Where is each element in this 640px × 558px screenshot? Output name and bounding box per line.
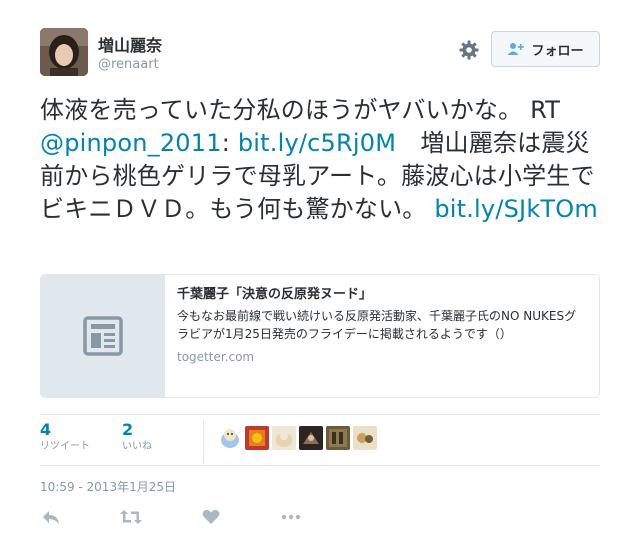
tweet-actions <box>40 506 340 528</box>
follow-button-label: フォロー <box>531 43 584 59</box>
divider <box>40 465 600 466</box>
engager-avatars <box>218 426 377 450</box>
retweet-label: リツイート <box>40 441 90 452</box>
tweet-timestamp[interactable]: 10:59 - 2013年1月25日 <box>40 478 176 495</box>
card-description: 今もなお最前線で戦い続けいる反原発活動家、千葉麗子氏のNO NUKESグラビアが… <box>177 309 577 341</box>
heart-icon[interactable] <box>200 506 222 528</box>
user-names: 増山麗奈 @renaart <box>98 36 162 74</box>
mention-link[interactable]: @pinpon_2011 <box>40 129 222 157</box>
stats-separator <box>203 420 204 464</box>
reply-icon[interactable] <box>40 506 62 528</box>
link-card[interactable]: 千葉麗子「決意の反原発ヌード」 今もなお最前線で戦い続けいる反原発活動家、千葉麗… <box>40 274 600 398</box>
divider <box>40 414 600 415</box>
tweet-text-part: 体液を売っていた分私のほうがヤバいかな。 RT <box>40 96 561 124</box>
card-title[interactable]: 千葉麗子「決意の反原発ヌード」 <box>177 285 587 305</box>
like-count: 2 <box>122 420 134 439</box>
engager-avatar[interactable] <box>326 426 350 450</box>
tweet-stats: 4 リツイート 2 いいね <box>40 420 600 464</box>
like-label: いいね <box>122 441 152 452</box>
retweet-stat[interactable]: 4 リツイート <box>40 420 90 454</box>
card-body: 千葉麗子「決意の反原発ヌード」 今もなお最前線で戦い続けいる反原発活動家、千葉麗… <box>177 285 587 366</box>
card-domain: togetter.com <box>177 350 255 364</box>
card-thumbnail <box>41 275 165 397</box>
retweet-icon[interactable] <box>120 506 142 528</box>
user-avatar[interactable] <box>40 28 88 76</box>
tweet-text-part: : <box>221 129 238 157</box>
user-handle[interactable]: @renaart <box>98 56 162 74</box>
engager-avatar[interactable] <box>299 426 323 450</box>
retweet-count: 4 <box>40 420 52 439</box>
engager-avatar[interactable] <box>272 426 296 450</box>
display-name[interactable]: 増山麗奈 <box>98 36 162 56</box>
tweet-text: 体液を売っていた分私のほうがヤバいかな。 RT @pinpon_2011: bi… <box>40 94 600 226</box>
document-icon <box>83 316 123 356</box>
tweet-header: 増山麗奈 @renaart フォロー <box>40 28 600 80</box>
engager-avatar[interactable] <box>218 426 242 450</box>
follow-button[interactable]: フォロー <box>491 31 600 67</box>
follow-user-icon <box>507 43 525 55</box>
short-link[interactable]: bit.ly/c5Rj0M <box>238 129 396 157</box>
engager-avatar[interactable] <box>245 426 269 450</box>
engager-avatar[interactable] <box>353 426 377 450</box>
gear-icon[interactable] <box>458 39 480 61</box>
like-stat[interactable]: 2 いいね <box>122 420 152 454</box>
more-icon[interactable] <box>280 506 302 528</box>
short-link[interactable]: bit.ly/SJkTOm <box>434 195 598 223</box>
